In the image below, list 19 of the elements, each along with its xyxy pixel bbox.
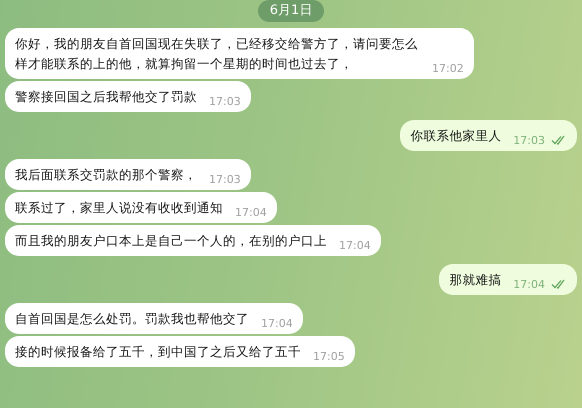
message-text: 你好，我的朋友自首回国现在失联了，已经移交给警方了，请问要怎么样才能联系的上的他，就算拘留一个星期的时间也过去了， <box>15 34 419 72</box>
message-time: 17:04 <box>513 278 545 290</box>
message-time: 17:03 <box>209 94 241 108</box>
message-time: 17:05 <box>313 350 345 362</box>
message-time: 17:04 <box>339 238 371 252</box>
message-text: 我后面联系交罚款的那个警察， <box>15 166 197 184</box>
date-badge: 6月1日 <box>258 0 324 22</box>
message-text: 那就难搞 <box>449 270 502 288</box>
message-text: 而且我的朋友户口本上是自己一个人的，在别的户口上 <box>15 232 327 250</box>
message-time: 17:02 <box>432 62 464 74</box>
message-time: 17:03 <box>209 172 241 186</box>
message-text: 你联系他家里人 <box>410 126 502 144</box>
message-text: 自首回国是怎么处罚。罚款我也帮他交了 <box>15 310 249 328</box>
message-text: 警察接回国之后我帮他交了罚款 <box>15 88 197 106</box>
message-time: 17:04 <box>235 206 267 218</box>
message-text: 接的时候报备给了五千，到中国了之后又给了五千 <box>15 342 301 360</box>
message-time: 17:03 <box>513 134 545 146</box>
message-time: 17:04 <box>261 316 293 330</box>
message-text: 联系过了，家里人说没有收收到通知 <box>15 198 223 216</box>
